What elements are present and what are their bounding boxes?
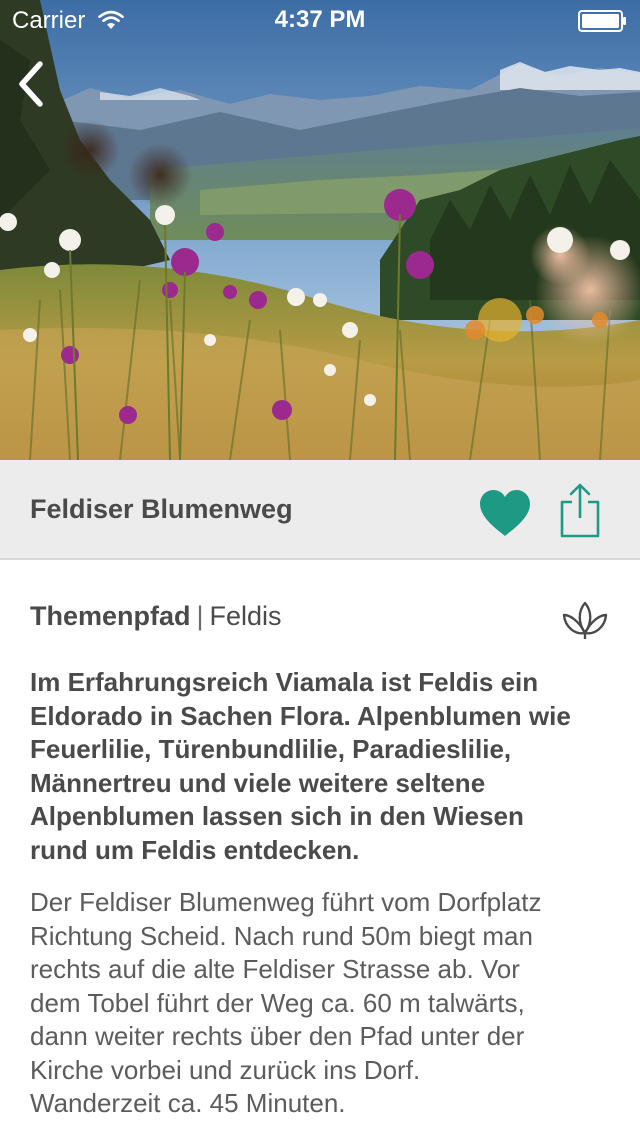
title-bar: Feldiser Blumenweg bbox=[0, 460, 640, 560]
body-line: Richtung Scheid. Nach rund 50m biegt man bbox=[30, 920, 533, 951]
body-paragraph: Der Feldiser Blumenweg führt vom Dorfpla… bbox=[30, 886, 615, 1121]
screen: Carrier 4:37 PM Feldiser Blumenweg Theme… bbox=[0, 0, 640, 1136]
body-line: Wanderzeit ca. 45 Minuten. bbox=[30, 1088, 346, 1118]
meta-separator: | bbox=[196, 601, 204, 631]
meta-line: Themenpfad | Feldis bbox=[30, 601, 282, 632]
chevron-left-icon bbox=[19, 61, 43, 107]
body-line: rechts auf die alte Feldiser Strasse ab.… bbox=[30, 954, 520, 984]
lead-line: Alpenblumen lassen sich in den Wiesen bbox=[30, 801, 524, 831]
body-line: dann weiter rechts über den Pfad unter d… bbox=[30, 1021, 525, 1051]
lead-line: Männertreu und viele weitere seltene bbox=[30, 767, 486, 798]
clock: 4:37 PM bbox=[274, 6, 366, 33]
lead-paragraph: Im Erfahrungsreich Viamala ist Feldis ei… bbox=[30, 666, 610, 867]
lead-line: Im Erfahrungsreich Viamala ist Feldis ei… bbox=[30, 667, 539, 697]
favorite-button[interactable] bbox=[478, 489, 532, 539]
plant-icon bbox=[561, 597, 609, 641]
lead-line: rund um Feldis entdecken. bbox=[30, 834, 360, 865]
body-line: dem Tobel führt der Weg ca. 60 m talwärt… bbox=[30, 987, 525, 1018]
body-line: Der Feldiser Blumenweg führt vom Dorfpla… bbox=[30, 887, 542, 917]
category-label: Themenpfad bbox=[30, 601, 191, 631]
status-bar: Carrier 4:37 PM bbox=[0, 0, 640, 40]
hero-photo bbox=[0, 0, 640, 460]
body-line: Kirche vorbei und zurück ins Dorf. bbox=[30, 1054, 421, 1085]
location-label: Feldis bbox=[209, 601, 282, 631]
battery-icon bbox=[578, 10, 628, 39]
lead-line: Eldorado in Sachen Flora. Alpenblumen wi… bbox=[30, 700, 571, 731]
share-button[interactable] bbox=[556, 482, 604, 540]
hero-image bbox=[0, 0, 640, 460]
heart-icon bbox=[480, 490, 530, 536]
back-button[interactable] bbox=[12, 58, 52, 110]
page-title: Feldiser Blumenweg bbox=[30, 494, 293, 524]
lead-line: Feuerlilie, Türenbundlilie, Paradieslili… bbox=[30, 734, 512, 764]
share-icon bbox=[560, 483, 600, 538]
